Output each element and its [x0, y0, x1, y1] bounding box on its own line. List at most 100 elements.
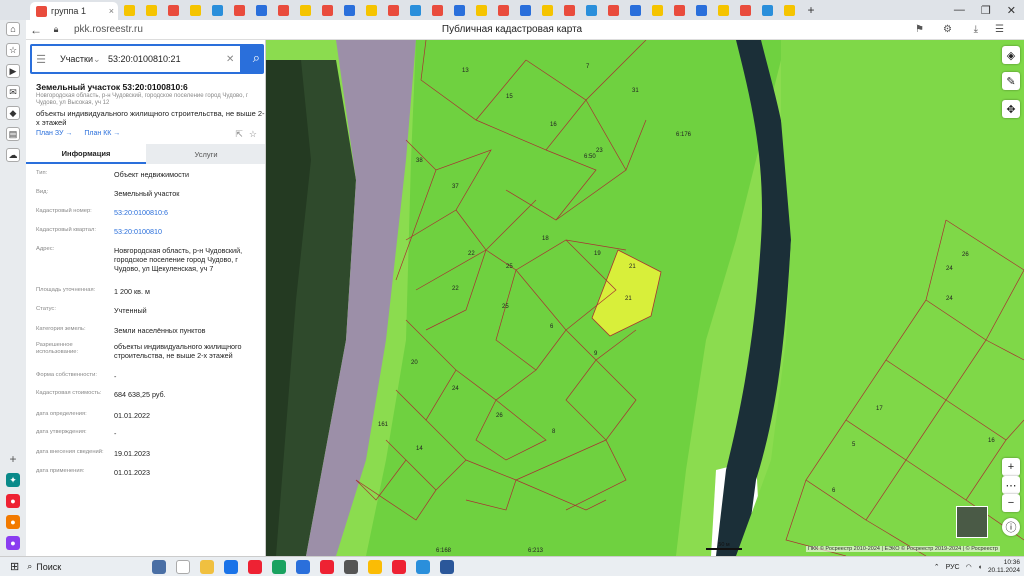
browser-tab[interactable]	[668, 2, 690, 18]
parcel-label: 6:50	[584, 154, 596, 160]
browser-tab[interactable]	[646, 2, 668, 18]
browser-tab[interactable]	[756, 2, 778, 18]
browser-tab[interactable]	[624, 2, 646, 18]
browser-tab[interactable]	[734, 2, 756, 18]
browser-tab[interactable]	[448, 2, 470, 18]
sidebar-add-icon[interactable]: +	[6, 452, 20, 466]
attribute-key: Кадастровая стоимость:	[36, 390, 102, 396]
address-bar: ← 🔒︎ pkk.rosreestr.ru Публичная кадастро…	[0, 20, 1024, 40]
browser-tab[interactable]	[602, 2, 624, 18]
taskbar-app-icon[interactable]	[344, 559, 359, 574]
zoom-in-button[interactable]: +	[1002, 458, 1020, 476]
sidebar-star-icon[interactable]: ☆	[6, 43, 20, 57]
new-tab-button[interactable]: +	[800, 2, 822, 18]
browser-tab[interactable]	[712, 2, 734, 18]
close-window-icon[interactable]: ✕	[1007, 4, 1016, 17]
map-canvas[interactable]: 13 7 15 31 16 23 38 37 18 22 19 25 21 21 22 25 6 9 20 24 26 1…	[266, 40, 1024, 556]
browser-tab-active[interactable]: группа 1 ×	[30, 2, 118, 20]
ruler-icon[interactable]: ✎	[1002, 72, 1020, 90]
volume-icon[interactable]: ◖	[978, 564, 982, 571]
minimize-icon[interactable]: —	[954, 4, 965, 16]
browser-tab[interactable]	[536, 2, 558, 18]
layers-icon[interactable]: ◈	[1002, 46, 1020, 64]
attribute-value[interactable]: 53:20:0100810:6	[114, 208, 262, 217]
sidebar-note-icon[interactable]: ▤	[6, 127, 20, 141]
taskbar-telegram-icon[interactable]	[416, 559, 431, 574]
tab-services[interactable]: Услуги	[146, 144, 265, 164]
browser-sidebar: ⌂ ☆ ▶ ✉ ◆ ▤ ☁ + ✦ ● ● ●	[0, 20, 26, 556]
tab-close-icon[interactable]: ×	[109, 6, 114, 16]
chevron-up-icon[interactable]: ⌃	[934, 563, 940, 571]
browser-tab[interactable]	[580, 2, 602, 18]
browser-tab[interactable]	[294, 2, 316, 18]
favorite-star-icon[interactable]: ☆	[249, 129, 257, 140]
taskbar-z-icon[interactable]	[296, 559, 311, 574]
sidebar-home-icon[interactable]: ⌂	[6, 22, 20, 36]
taskbar-opera-icon[interactable]	[392, 559, 407, 574]
windows-start-icon[interactable]: ⊞	[10, 560, 19, 573]
browser-tab[interactable]	[316, 2, 338, 18]
parcel-label: 21	[625, 296, 632, 302]
sidebar-ok-icon[interactable]: ●	[6, 515, 20, 529]
menu-icon[interactable]: ☰	[995, 24, 1004, 35]
locate-icon[interactable]: ✥	[1002, 100, 1020, 118]
taskbar-store-icon[interactable]	[224, 559, 239, 574]
browser-tab[interactable]	[206, 2, 228, 18]
browser-tab[interactable]	[558, 2, 580, 18]
sidebar-cloud-icon[interactable]: ☁	[6, 148, 20, 162]
browser-tab[interactable]	[140, 2, 162, 18]
download-icon[interactable]: ⤓	[974, 24, 978, 35]
browser-tab[interactable]	[360, 2, 382, 18]
tab-information[interactable]: Информация	[26, 144, 146, 164]
plan-kk-link[interactable]: План КК →	[84, 130, 120, 137]
clear-icon[interactable]: ✕	[226, 54, 240, 65]
zoom-out-button[interactable]: −	[1002, 494, 1020, 512]
restore-icon[interactable]: ❐	[981, 4, 991, 17]
more-icon[interactable]: ⋯	[1002, 476, 1020, 494]
search-icon[interactable]: ⌕	[253, 50, 260, 66]
browser-tab[interactable]	[492, 2, 514, 18]
browser-tab[interactable]	[382, 2, 404, 18]
browser-tab[interactable]	[404, 2, 426, 18]
info-icon[interactable]: ⓘ	[1002, 518, 1020, 536]
sidebar-app-icon[interactable]: ✦	[6, 473, 20, 487]
extension-icon[interactable]: ⚙	[943, 24, 952, 35]
minimap[interactable]	[956, 506, 988, 538]
taskbar-ya-icon[interactable]	[320, 559, 335, 574]
sidebar-chat-icon[interactable]: ◆	[6, 106, 20, 120]
share-icon[interactable]: ⇱	[235, 129, 243, 140]
menu-icon[interactable]: ☰	[32, 53, 50, 66]
bookmark-icon[interactable]: ⚑	[915, 24, 924, 35]
taskbar-yandex-icon[interactable]	[248, 559, 263, 574]
sidebar-flag-icon[interactable]: ●	[6, 494, 20, 508]
search-input[interactable]: 53:20:0100810:21	[102, 54, 226, 64]
browser-tab[interactable]	[162, 2, 184, 18]
attribute-value[interactable]: 53:20:0100810	[114, 227, 262, 236]
browser-tab[interactable]	[228, 2, 250, 18]
plan-zu-link[interactable]: План ЗУ →	[36, 130, 72, 137]
lang-indicator[interactable]: РУС	[946, 564, 960, 571]
sidebar-alice-icon[interactable]: ●	[6, 536, 20, 550]
clock[interactable]: 10:36 20.11.2024	[988, 559, 1020, 575]
browser-tab[interactable]	[470, 2, 492, 18]
browser-tab[interactable]	[690, 2, 712, 18]
sidebar-mail-icon[interactable]: ✉	[6, 85, 20, 99]
browser-tab[interactable]	[272, 2, 294, 18]
browser-tab[interactable]	[338, 2, 360, 18]
browser-tab[interactable]	[778, 2, 800, 18]
browser-tab[interactable]	[118, 2, 140, 18]
search-type-select[interactable]: Участки ⌄	[50, 54, 102, 65]
wifi-icon[interactable]: ◠	[966, 563, 972, 571]
browser-tab[interactable]	[184, 2, 206, 18]
taskbar-edge-icon[interactable]	[272, 559, 287, 574]
browser-tab[interactable]	[426, 2, 448, 18]
taskbar-taskview-icon[interactable]	[176, 559, 191, 574]
taskbar-search[interactable]: ⌕ Поиск	[27, 561, 147, 572]
taskbar-chrome-icon[interactable]	[368, 559, 383, 574]
taskbar-word-icon[interactable]	[440, 559, 455, 574]
taskbar-explorer-icon[interactable]	[200, 559, 215, 574]
taskbar-widget-icon[interactable]	[152, 559, 167, 574]
sidebar-play-icon[interactable]: ▶	[6, 64, 20, 78]
browser-tab[interactable]	[250, 2, 272, 18]
browser-tab[interactable]	[514, 2, 536, 18]
